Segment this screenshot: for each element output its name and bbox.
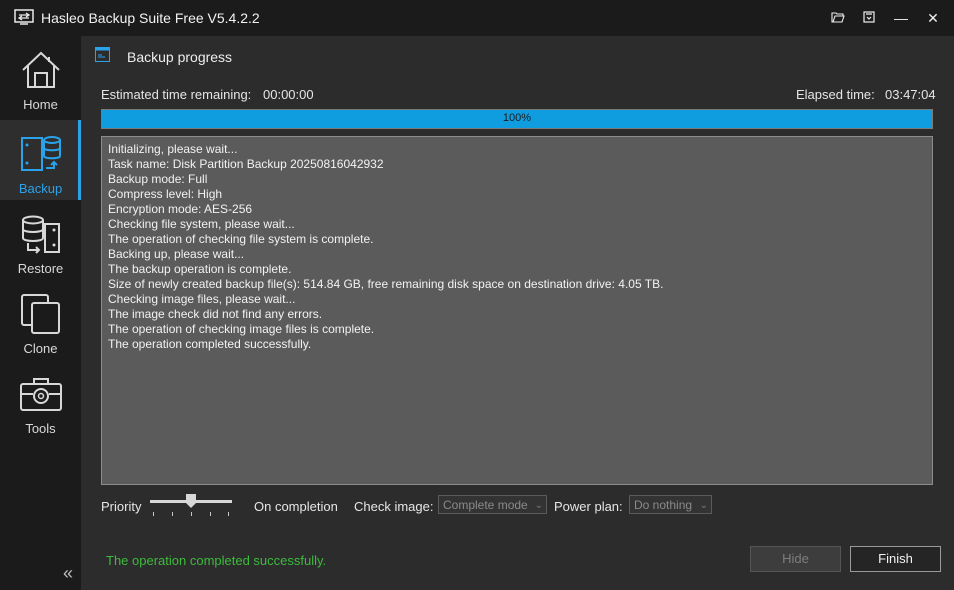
- operation-log[interactable]: Initializing, please wait... Task name: …: [101, 136, 933, 485]
- slider-tick: [172, 512, 173, 516]
- sidebar-item-label: Tools: [25, 421, 56, 436]
- menu-box-icon[interactable]: [859, 8, 879, 28]
- restore-icon: [22, 215, 60, 254]
- check-image-value: Complete mode: [443, 498, 528, 512]
- power-plan-dropdown[interactable]: Do nothing ⌄: [629, 495, 712, 514]
- window-title: Hasleo Backup Suite Free V5.4.2.2: [41, 10, 260, 26]
- tools-icon: [20, 378, 62, 411]
- elapsed-time-value: 03:47:04: [885, 87, 936, 102]
- minimize-icon[interactable]: —: [891, 8, 911, 28]
- slider-tick: [153, 512, 154, 516]
- elapsed-time-label: Elapsed time:: [796, 87, 875, 102]
- estimated-time-value: 00:00:00: [263, 87, 314, 102]
- estimated-time-label: Estimated time remaining:: [101, 87, 252, 102]
- log-line: Encryption mode: AES-256: [108, 202, 253, 216]
- priority-label: Priority: [101, 499, 142, 514]
- slider-tick: [191, 512, 192, 516]
- sidebar: Home Backup Restore Clone Tools «: [0, 36, 81, 590]
- log-line: Checking file system, please wait...: [108, 217, 295, 231]
- clone-icon: [21, 294, 60, 334]
- progress-bar: 100%: [101, 109, 933, 129]
- backup-icon: [21, 136, 61, 171]
- sidebar-item-label: Clone: [23, 341, 58, 356]
- progress-percent-text: 100%: [502, 112, 532, 124]
- panel-title: Backup progress: [127, 49, 233, 65]
- sidebar-item-restore[interactable]: Restore: [0, 200, 81, 280]
- home-icon: [22, 51, 60, 88]
- chevron-down-icon: ⌄: [534, 500, 543, 511]
- slider-tick: [228, 512, 229, 516]
- slider-tick: [210, 512, 211, 516]
- collapse-sidebar-icon[interactable]: «: [63, 563, 73, 584]
- sidebar-item-label: Home: [23, 97, 58, 112]
- log-line: Task name: Disk Partition Backup 2025081…: [108, 157, 384, 171]
- check-image-label: Check image:: [354, 499, 434, 514]
- sidebar-item-backup[interactable]: Backup: [0, 120, 81, 200]
- sidebar-item-home[interactable]: Home: [0, 36, 81, 116]
- power-plan-label: Power plan:: [554, 499, 623, 514]
- folder-open-icon[interactable]: [828, 8, 848, 28]
- log-line: The backup operation is complete.: [108, 262, 292, 276]
- title-bar: Hasleo Backup Suite Free V5.4.2.2 — ✕: [0, 0, 954, 36]
- log-line: Checking image files, please wait...: [108, 292, 296, 306]
- log-line: Compress level: High: [108, 187, 223, 201]
- chevron-down-icon: ⌄: [699, 500, 708, 511]
- check-image-dropdown[interactable]: Complete mode ⌄: [438, 495, 547, 514]
- close-icon[interactable]: ✕: [923, 8, 943, 28]
- backup-progress-icon: [95, 47, 110, 62]
- power-plan-value: Do nothing: [634, 498, 693, 512]
- log-line: The operation of checking image files is…: [108, 322, 375, 336]
- status-message: The operation completed successfully.: [106, 553, 327, 568]
- hide-button[interactable]: Hide: [750, 546, 841, 572]
- log-line: The operation of checking file system is…: [108, 232, 374, 246]
- sidebar-item-label: Restore: [17, 261, 64, 276]
- sidebar-item-tools[interactable]: Tools: [0, 360, 81, 440]
- priority-slider[interactable]: [148, 494, 234, 520]
- finish-button[interactable]: Finish: [850, 546, 941, 572]
- sidebar-item-clone[interactable]: Clone: [0, 280, 81, 360]
- log-line: Backing up, please wait...: [108, 247, 245, 261]
- app-logo-icon: [14, 9, 34, 25]
- log-line: The operation completed successfully.: [108, 337, 312, 351]
- log-line: The image check did not find any errors.: [108, 307, 323, 321]
- log-line: Size of newly created backup file(s): 51…: [108, 277, 664, 291]
- slider-thumb[interactable]: [186, 494, 196, 508]
- backup-progress-panel: Backup progress Estimated time remaining…: [81, 36, 954, 590]
- log-line: Initializing, please wait...: [108, 142, 238, 156]
- log-line: Backup mode: Full: [108, 172, 208, 186]
- sidebar-item-label: Backup: [18, 181, 63, 196]
- on-completion-label: On completion: [254, 499, 338, 514]
